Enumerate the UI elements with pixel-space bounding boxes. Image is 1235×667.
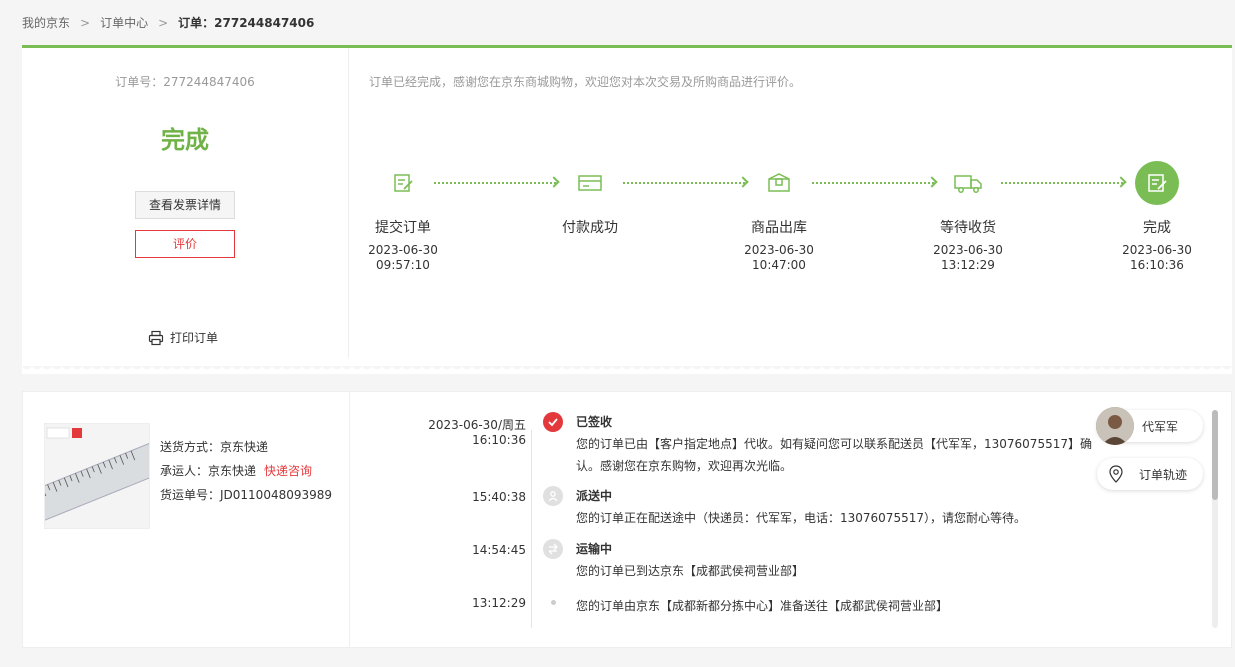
truck-icon bbox=[946, 161, 990, 205]
tracking-title: 运输中 bbox=[576, 542, 613, 556]
tracking-content: 已签收 您的订单已由【客户指定地点】代收。如有疑问您可以联系配送员【代军军，13… bbox=[576, 415, 1096, 477]
step-payment-success: 付款成功 bbox=[530, 161, 650, 237]
tracking-date: 15:40:38 bbox=[472, 490, 526, 504]
order-status: 完成 bbox=[161, 126, 209, 154]
scrollbar-thumb[interactable] bbox=[1212, 410, 1218, 500]
tracking-entry: 13:12:29 您的订单由京东【成都新都分拣中心】准备送往【成都武侯祠营业部】 bbox=[362, 594, 1092, 647]
tracking-date: 14:54:45 bbox=[472, 543, 526, 557]
order-track-label: 订单轨迹 bbox=[1139, 467, 1188, 482]
tracking-desc: 您的订单已到达京东【成都武侯祠营业部】 bbox=[576, 564, 805, 578]
courier-name: 代军军 bbox=[1142, 419, 1179, 434]
tracking-entry: 2023-06-30/周五 16:10:36 已签收 您的订单已由【客户指定地点… bbox=[362, 412, 1092, 488]
tracking-content: 运输中 您的订单已到达京东【成都武侯祠营业部】 bbox=[576, 542, 1096, 582]
step-date: 2023-06-30 bbox=[933, 243, 1003, 257]
courier-consult-link[interactable]: 快递咨询 bbox=[264, 464, 312, 478]
courier-avatar bbox=[1096, 407, 1134, 445]
step-label: 付款成功 bbox=[562, 220, 618, 236]
step-label: 商品出库 bbox=[751, 220, 807, 236]
order-summary-panel: 订单号：277244847406 完成 查看发票详情 评价 打印订单 bbox=[22, 48, 349, 358]
order-number: 订单号：277244847406 bbox=[115, 75, 255, 89]
order-complete-notice: 订单已经完成，感谢您在京东商城购物，欢迎您对本次交易及所购商品进行评价。 bbox=[369, 75, 802, 89]
order-track-button[interactable]: 订单轨迹 bbox=[1097, 458, 1203, 490]
breadcrumb-my-jd[interactable]: 我的京东 bbox=[22, 14, 70, 31]
check-icon bbox=[543, 412, 563, 432]
step-time: 10:47:00 bbox=[752, 258, 806, 272]
tracking-entry: 14:54:45 运输中 您的订单已到达京东【成都武侯祠营业部】 bbox=[362, 539, 1092, 594]
step-submit-order: 提交订单 2023-06-30 09:57:10 bbox=[343, 161, 463, 273]
tracking-content: 您的订单由京东【成都新都分拣中心】准备送往【成都武侯祠营业部】 bbox=[576, 595, 1096, 617]
tracking-desc: 您的订单由京东【成都新都分拣中心】准备送往【成都武侯祠营业部】 bbox=[576, 599, 949, 613]
card-icon bbox=[568, 161, 612, 205]
step-date: 2023-06-30 bbox=[368, 243, 438, 257]
breadcrumb-current: 订单：277244847406 bbox=[178, 16, 315, 30]
print-order-label: 打印订单 bbox=[170, 331, 219, 345]
tracking-date: 13:12:29 bbox=[472, 596, 526, 610]
shipping-info: 送货方式：京东快递 承运人：京东快递 快递咨询 货运单号：JD0110048093… bbox=[160, 435, 332, 507]
tracking-desc: 您的订单已由【客户指定地点】代收。如有疑问您可以联系配送员【代军军，130760… bbox=[576, 437, 1092, 473]
delivery-method: 送货方式：京东快递 bbox=[160, 440, 269, 454]
carrier-row: 承运人：京东快递 快递咨询 bbox=[160, 459, 332, 483]
step-label: 等待收货 bbox=[940, 220, 996, 236]
location-pin-icon bbox=[1109, 465, 1123, 483]
step-awaiting-receipt: 等待收货 2023-06-30 13:12:29 bbox=[908, 161, 1028, 273]
dot-icon bbox=[543, 592, 563, 612]
tracking-content: 派送中 您的订单正在配送途中（快递员：代军军，电话：13076075517），请… bbox=[576, 489, 1096, 529]
tracking-number: 货运单号：JD0110048093989 bbox=[160, 488, 333, 502]
zigzag-edge bbox=[22, 364, 1232, 374]
tracking-title: 已签收 bbox=[576, 415, 613, 429]
courier-icon bbox=[543, 486, 563, 506]
step-date: 2023-06-30 bbox=[744, 243, 814, 257]
carrier: 承运人：京东快递 bbox=[160, 464, 257, 478]
step-shipped: 商品出库 2023-06-30 10:47:00 bbox=[719, 161, 839, 273]
breadcrumb-order-center[interactable]: 订单中心 bbox=[100, 14, 148, 31]
tracking-entry: 15:40:38 派送中 您的订单正在配送途中（快递员：代军军，电话：13076… bbox=[362, 486, 1092, 541]
step-label: 完成 bbox=[1143, 220, 1171, 236]
step-date: 2023-06-30 bbox=[1122, 243, 1192, 257]
shipping-summary-panel: 送货方式：京东快递 承运人：京东快递 快递咨询 货运单号：JD0110048093… bbox=[23, 392, 350, 647]
done-icon bbox=[1135, 161, 1179, 205]
transit-icon bbox=[543, 539, 563, 559]
edit-icon bbox=[381, 161, 425, 205]
step-complete: 完成 2023-06-30 16:10:36 bbox=[1097, 161, 1217, 273]
breadcrumb-separator: > bbox=[80, 15, 91, 30]
order-status-card: 订单号：277244847406 完成 查看发票详情 评价 打印订单 订单已经完… bbox=[22, 48, 1232, 374]
step-time: 13:12:29 bbox=[941, 258, 995, 272]
package-icon bbox=[757, 161, 801, 205]
courier-contact-button[interactable]: 代军军 bbox=[1096, 407, 1203, 445]
breadcrumb-separator: > bbox=[158, 15, 169, 30]
product-thumbnail[interactable] bbox=[44, 423, 150, 529]
step-label: 提交订单 bbox=[375, 220, 431, 236]
tracking-desc: 您的订单正在配送途中（快递员：代军军，电话：13076075517），请您耐心等… bbox=[576, 511, 1026, 525]
breadcrumb: 我的京东 > 订单中心 > 订单：277244847406 bbox=[22, 14, 314, 31]
step-time: 16:10:36 bbox=[1130, 258, 1184, 272]
review-button[interactable]: 评价 bbox=[135, 230, 235, 258]
scrollbar[interactable] bbox=[1212, 410, 1218, 628]
tracking-timeline: 2023-06-30/周五 16:10:36 已签收 您的订单已由【客户指定地点… bbox=[362, 412, 1092, 647]
view-invoice-button[interactable]: 查看发票详情 bbox=[135, 191, 235, 219]
printer-icon bbox=[148, 330, 164, 345]
step-time: 09:57:10 bbox=[376, 258, 430, 272]
tracking-title: 派送中 bbox=[576, 489, 613, 503]
print-order-button[interactable]: 打印订单 bbox=[148, 329, 218, 346]
tracking-date: 2023-06-30/周五 16:10:36 bbox=[428, 418, 526, 447]
